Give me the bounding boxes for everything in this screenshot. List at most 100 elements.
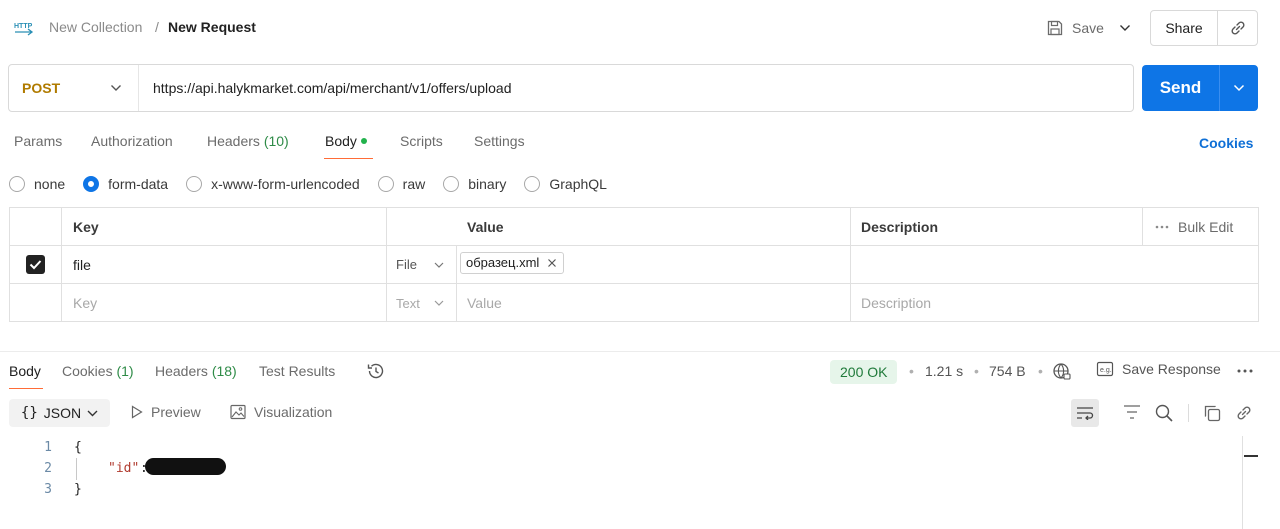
scrollbar-track[interactable]: [1242, 436, 1243, 529]
save-button[interactable]: Save: [1040, 12, 1110, 44]
image-icon: [230, 404, 246, 420]
preview-button[interactable]: Preview: [131, 404, 201, 420]
radio-label: form-data: [108, 176, 169, 192]
breadcrumb-collection[interactable]: New Collection: [49, 19, 142, 35]
new-key-input[interactable]: Key: [62, 284, 387, 322]
radio-x-www-form-urlencoded[interactable]: x-www-form-urlencoded: [186, 176, 360, 192]
radio-label: binary: [468, 176, 507, 192]
svg-text:e.g.: e.g.: [1100, 367, 1112, 374]
copy-icon[interactable]: [1203, 404, 1221, 422]
radio-form-data[interactable]: form-data: [83, 176, 168, 192]
meta-separator: •: [909, 363, 914, 379]
row-enabled-checkbox[interactable]: [26, 255, 45, 274]
radio-label: none: [34, 176, 66, 192]
search-icon[interactable]: [1155, 404, 1173, 422]
response-body-viewer[interactable]: 1 2 3 { "id" : }: [0, 436, 1242, 529]
share-button[interactable]: Share: [1151, 11, 1218, 45]
column-header-value: Value: [457, 208, 851, 245]
url-input[interactable]: [139, 65, 1133, 111]
code-open-brace: {: [74, 440, 82, 455]
radio-circle: [377, 176, 394, 192]
tab-scripts[interactable]: Scripts: [400, 133, 443, 149]
copy-link-button[interactable]: [1218, 11, 1257, 45]
meta-separator: •: [974, 363, 979, 379]
response-tab-cookies-label: Cookies: [62, 363, 113, 379]
chevron-down-icon: [434, 300, 444, 306]
tab-settings[interactable]: Settings: [474, 133, 525, 149]
row-description[interactable]: [851, 246, 1258, 283]
save-response-label: Save Response: [1122, 361, 1221, 377]
save-response-button[interactable]: e.g. Save Response: [1096, 361, 1221, 377]
radio-binary[interactable]: binary: [443, 176, 506, 192]
response-tab-cookies[interactable]: Cookies (1): [62, 363, 134, 379]
response-time[interactable]: 1.21 s: [925, 363, 963, 379]
response-tab-cookies-count: (1): [116, 363, 134, 379]
method-label: POST: [22, 80, 61, 96]
method-select[interactable]: POST: [9, 65, 139, 111]
column-header-description: Description: [851, 208, 1143, 245]
send-options-button[interactable]: [1220, 65, 1258, 111]
link-icon: [1229, 19, 1247, 37]
row-value-cell: образец.xml: [457, 246, 851, 283]
toolbar-separator: [1188, 404, 1189, 422]
response-tab-test-results[interactable]: Test Results: [259, 363, 335, 379]
wrap-lines-button[interactable]: [1071, 399, 1099, 427]
save-options-button[interactable]: [1112, 12, 1138, 44]
row-type-label: File: [396, 257, 417, 272]
bulk-edit-label: Bulk Edit: [1178, 218, 1234, 235]
radio-circle-selected: [83, 176, 100, 192]
tab-headers-count: (10): [263, 133, 289, 149]
tab-body[interactable]: Body: [325, 133, 367, 149]
new-type-label: Text: [396, 295, 420, 311]
new-value-input[interactable]: Value: [457, 284, 851, 322]
request-url-bar: POST: [8, 64, 1134, 112]
tab-headers-label: Headers: [207, 133, 260, 149]
svg-text:HTTP: HTTP: [14, 23, 33, 30]
body-mode-options: none form-data x-www-form-urlencoded raw…: [9, 174, 625, 194]
visualization-button[interactable]: Visualization: [230, 404, 332, 420]
send-group: Send: [1142, 65, 1258, 111]
row-key[interactable]: file: [62, 246, 387, 283]
request-title[interactable]: New Request: [168, 19, 256, 35]
chevron-down-icon: [1119, 24, 1131, 32]
status-badge[interactable]: 200 OK: [830, 360, 898, 384]
cookies-link[interactable]: Cookies: [1199, 135, 1253, 151]
radio-raw[interactable]: raw: [377, 176, 426, 192]
send-button[interactable]: Send: [1142, 65, 1220, 111]
response-tab-headers[interactable]: Headers (18): [155, 363, 237, 379]
row-type-select[interactable]: File: [387, 246, 457, 283]
tab-authorization[interactable]: Authorization: [91, 133, 173, 149]
active-tab-underline: [324, 158, 373, 159]
play-icon: [131, 405, 143, 419]
scrollbar-marker: [1244, 455, 1258, 457]
remove-file-button[interactable]: [547, 258, 557, 268]
close-icon: [547, 258, 557, 268]
format-select[interactable]: {} JSON: [9, 399, 110, 427]
share-group: Share: [1150, 10, 1258, 46]
tab-headers[interactable]: Headers (10): [207, 133, 289, 149]
network-info-icon[interactable]: [1052, 362, 1072, 382]
radio-label: GraphQL: [549, 176, 607, 192]
radio-graphql[interactable]: GraphQL: [524, 176, 607, 192]
bulk-edit-button[interactable]: Bulk Edit: [1143, 208, 1258, 245]
filter-icon[interactable]: [1123, 404, 1141, 420]
body-indicator-dot: [360, 138, 367, 144]
chevron-down-icon: [434, 262, 444, 268]
response-tab-body[interactable]: Body: [9, 363, 41, 379]
radio-none[interactable]: none: [9, 176, 65, 192]
link-icon[interactable]: [1235, 404, 1253, 422]
radio-label: raw: [402, 176, 426, 192]
history-icon[interactable]: [366, 361, 386, 381]
code-close-brace: }: [74, 482, 82, 497]
more-options-icon[interactable]: [1236, 362, 1254, 380]
meta-separator: •: [1038, 363, 1043, 379]
tab-params[interactable]: Params: [14, 133, 62, 149]
chevron-down-icon: [110, 84, 122, 92]
column-header-key: Key: [62, 208, 387, 245]
new-type-select[interactable]: Text: [387, 284, 457, 322]
new-description-input[interactable]: Description: [851, 284, 1258, 322]
format-label: JSON: [43, 405, 82, 421]
chevron-down-icon: [1233, 84, 1245, 92]
response-size[interactable]: 754 B: [989, 363, 1026, 379]
line-number: 2: [44, 461, 52, 476]
